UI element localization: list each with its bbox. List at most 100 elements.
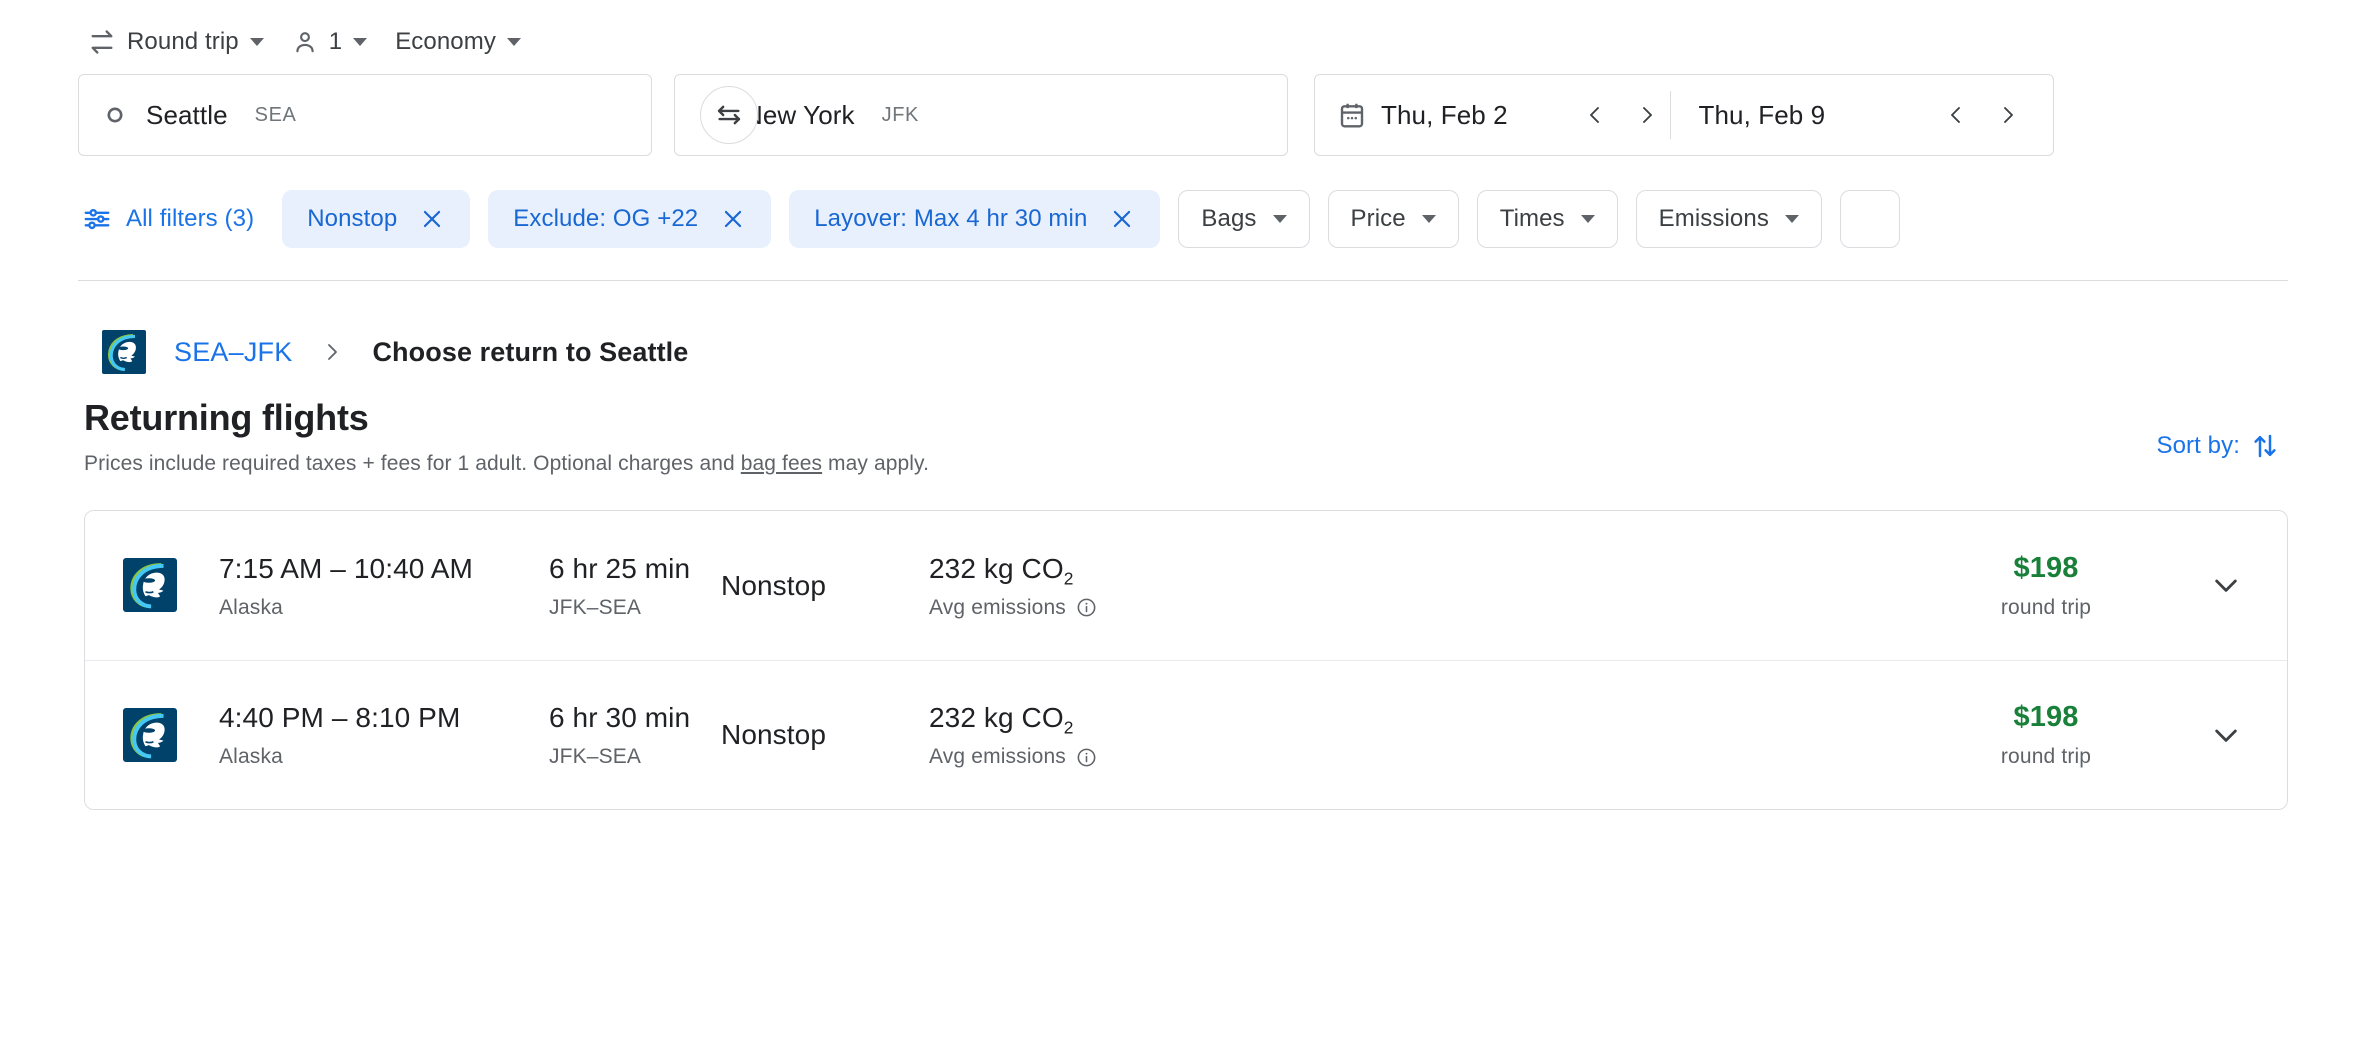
price-disclaimer: Prices include required taxes + fees for… (84, 450, 2149, 477)
destination-city: New York (744, 100, 855, 131)
person-icon (292, 29, 318, 55)
return-next-day-button[interactable] (1985, 92, 2031, 138)
passengers-count: 1 (329, 28, 342, 56)
chip-layover-label: Layover: Max 4 hr 30 min (814, 205, 1087, 233)
flight-stops-column: Nonstop (721, 568, 929, 603)
breadcrumb-current-step: Choose return to Seattle (372, 337, 688, 368)
chip-bags[interactable]: Bags (1178, 190, 1309, 248)
close-icon[interactable] (1109, 206, 1135, 232)
cabin-class-selector[interactable]: Economy (385, 20, 531, 64)
all-filters-button[interactable]: All filters (3) (78, 191, 264, 247)
depart-date[interactable]: Thu, Feb 2 (1381, 100, 1508, 131)
origin-destination-group: Seattle SEA New York JFK (78, 74, 1288, 156)
origin-input[interactable]: Seattle SEA (78, 74, 652, 156)
flight-price-note: round trip (1931, 745, 2161, 769)
destination-input[interactable]: New York JFK (674, 74, 1288, 156)
swap-arrows-icon (715, 101, 743, 129)
chip-layover[interactable]: Layover: Max 4 hr 30 min (789, 190, 1160, 248)
chevron-down-icon (250, 38, 264, 46)
chevron-down-icon (1422, 215, 1436, 223)
flight-emissions-note: Avg emissions (929, 596, 1066, 620)
flight-duration: 6 hr 30 min (549, 700, 721, 735)
info-icon[interactable] (1076, 747, 1097, 768)
flight-airline: Alaska (219, 745, 549, 769)
passengers-selector[interactable]: 1 (282, 20, 377, 64)
alaska-airlines-logo (102, 330, 146, 374)
sort-by-label: Sort by: (2157, 432, 2241, 460)
return-date-nav (1933, 92, 2031, 138)
depart-date-nav (1572, 92, 1670, 138)
flight-emissions-column: 232 kg CO2 Avg emissions (929, 700, 1931, 769)
emissions-amount: 232 kg CO (929, 553, 1064, 584)
chip-price[interactable]: Price (1328, 190, 1459, 248)
depart-prev-day-button[interactable] (1572, 92, 1618, 138)
chevron-down-icon (2210, 719, 2242, 751)
table-row[interactable]: 7:15 AM – 10:40 AM Alaska 6 hr 25 min JF… (85, 511, 2287, 660)
page-title: Returning flights (84, 397, 2149, 438)
flight-emissions-note-line: Avg emissions (929, 596, 1931, 620)
calendar-icon (1337, 100, 1367, 130)
flight-emissions-note-line: Avg emissions (929, 745, 1931, 769)
close-icon[interactable] (720, 206, 746, 232)
chevron-down-icon (1785, 215, 1799, 223)
cabin-class-label: Economy (395, 28, 496, 56)
chevron-down-icon (1581, 215, 1595, 223)
flight-price: $198 (1931, 700, 2161, 735)
chip-bags-label: Bags (1201, 205, 1256, 233)
table-row[interactable]: 4:40 PM – 8:10 PM Alaska 6 hr 30 min JFK… (85, 660, 2287, 809)
depart-next-day-button[interactable] (1624, 92, 1670, 138)
alaska-airlines-logo (123, 558, 177, 612)
flight-price-column: $198 round trip (1931, 700, 2161, 769)
flight-times: 7:15 AM – 10:40 AM (219, 551, 549, 586)
close-icon[interactable] (419, 206, 445, 232)
swap-origin-destination-button[interactable] (700, 86, 758, 144)
all-filters-label: All filters (3) (126, 205, 254, 233)
return-date[interactable]: Thu, Feb 9 (1699, 100, 1826, 131)
expand-flight-details-button[interactable] (2195, 704, 2257, 766)
chip-exclude-airlines-label: Exclude: OG +22 (513, 205, 698, 233)
trip-type-selector[interactable]: Round trip (78, 20, 274, 64)
chip-emissions[interactable]: Emissions (1636, 190, 1822, 248)
bag-fees-link[interactable]: bag fees (741, 452, 822, 475)
chevron-right-icon (1635, 103, 1659, 127)
chip-times-label: Times (1500, 205, 1565, 233)
breadcrumb-leg-link[interactable]: SEA–JFK (174, 337, 292, 368)
chip-nonstop[interactable]: Nonstop (282, 190, 470, 248)
sort-by-button[interactable]: Sort by: (2149, 427, 2289, 465)
flight-stops-column: Nonstop (721, 717, 929, 752)
disclaimer-part-2: may apply. (822, 452, 929, 475)
circle-outline-icon (103, 103, 127, 127)
flight-duration-column: 6 hr 25 min JFK–SEA (549, 551, 721, 620)
breadcrumb: SEA–JFK Choose return to Seattle (0, 281, 2366, 375)
tune-icon (82, 204, 112, 234)
chevron-right-icon (1996, 103, 2020, 127)
chevron-down-icon (353, 38, 367, 46)
filter-chips-row: All filters (3) Nonstop Exclude: OG +22 … (0, 180, 2366, 258)
origin-code: SEA (255, 104, 297, 127)
chip-nonstop-label: Nonstop (307, 205, 397, 233)
depart-date-group: Thu, Feb 2 (1337, 75, 1670, 155)
flight-duration: 6 hr 25 min (549, 551, 721, 586)
flight-emissions-column: 232 kg CO2 Avg emissions (929, 551, 1931, 620)
flight-results-list: 7:15 AM – 10:40 AM Alaska 6 hr 25 min JF… (84, 510, 2288, 810)
flight-airline: Alaska (219, 596, 549, 620)
chevron-right-icon (320, 340, 344, 364)
info-icon[interactable] (1076, 597, 1097, 618)
date-range-field: Thu, Feb 2 Thu, Feb 9 (1314, 74, 2054, 156)
flight-price: $198 (1931, 551, 2161, 586)
flight-price-note: round trip (1931, 596, 2161, 620)
emissions-subscript: 2 (1064, 718, 1074, 738)
flight-route: JFK–SEA (549, 745, 721, 769)
flight-price-column: $198 round trip (1931, 551, 2161, 620)
return-prev-day-button[interactable] (1933, 92, 1979, 138)
chip-exclude-airlines[interactable]: Exclude: OG +22 (488, 190, 771, 248)
expand-flight-details-button[interactable] (2195, 554, 2257, 616)
trip-type-label: Round trip (127, 28, 239, 56)
flight-emissions-value: 232 kg CO2 (929, 551, 1931, 586)
destination-code: JFK (882, 104, 919, 127)
chip-times[interactable]: Times (1477, 190, 1618, 248)
returning-flights-header: Returning flights Prices include require… (0, 375, 2366, 478)
chevron-down-icon (507, 38, 521, 46)
return-date-group: Thu, Feb 9 (1671, 75, 2032, 155)
chip-overflow-cut-off[interactable] (1840, 190, 1900, 248)
